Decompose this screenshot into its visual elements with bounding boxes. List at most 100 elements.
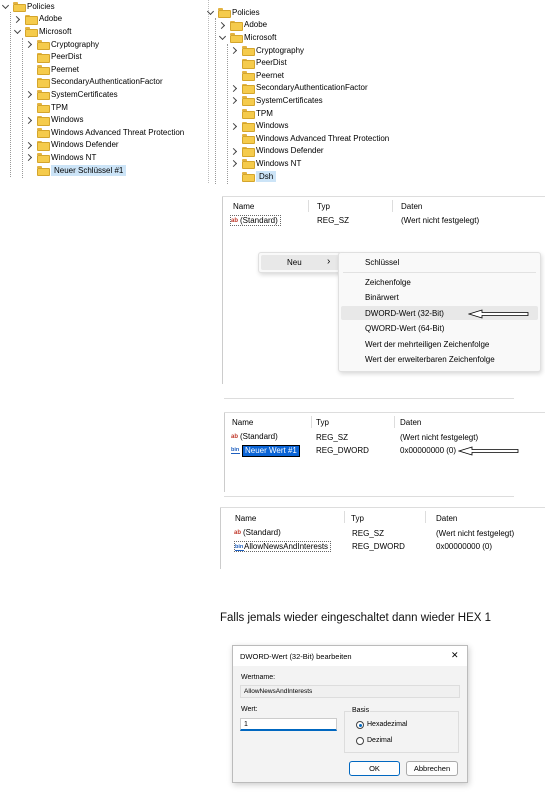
chevron-right-icon[interactable]: [26, 153, 34, 161]
chevron-right-icon[interactable]: [26, 90, 34, 98]
tree-item[interactable]: Microsoft: [219, 31, 276, 44]
chevron-down-icon[interactable]: [14, 27, 22, 35]
tree-guide-line: [227, 44, 228, 184]
chevron-down-icon[interactable]: [207, 8, 215, 16]
ok-button[interactable]: OK: [349, 761, 400, 776]
tree-item[interactable]: TPM: [231, 107, 273, 120]
chevron-right-icon[interactable]: [26, 141, 34, 149]
submenu-item[interactable]: Binärwert: [339, 290, 540, 304]
tree-item[interactable]: Cryptography: [231, 44, 304, 57]
submenu-item[interactable]: Schlüssel: [339, 255, 540, 269]
folder-icon: [242, 134, 255, 145]
column-separator[interactable]: [392, 200, 393, 212]
tree-item[interactable]: SecondaryAuthenticationFactor: [231, 82, 368, 95]
tree-item-label: Windows: [51, 115, 84, 125]
tree-item[interactable]: PeerDist: [26, 50, 82, 63]
column-header-name[interactable]: Name: [233, 202, 254, 211]
tree-item[interactable]: Adobe: [219, 19, 267, 32]
tree-item[interactable]: Dsh: [231, 170, 277, 183]
table-row[interactable]: ab (Standard) REG_SZ (Wert nicht festgele…: [230, 215, 530, 226]
submenu-item[interactable]: Zeichenfolge: [339, 275, 540, 289]
cancel-button[interactable]: Abbrechen: [406, 761, 458, 776]
submenu-item[interactable]: QWORD-Wert (64-Bit): [339, 321, 540, 335]
value-name-cell: ab (Standard): [234, 528, 281, 537]
tree-item[interactable]: Microsoft: [14, 25, 71, 38]
tree-item[interactable]: Windows Advanced Threat Protection: [26, 126, 184, 139]
column-header-data[interactable]: Daten: [401, 202, 422, 211]
tree-item[interactable]: TPM: [26, 101, 68, 114]
tree-item[interactable]: Policies: [207, 6, 260, 19]
values-panel-1: Name Typ Daten ab (Standard) REG_SZ (Wert…: [222, 196, 545, 384]
tree-item[interactable]: Windows NT: [231, 157, 301, 170]
string-value-icon: ab: [234, 529, 242, 536]
tree-item[interactable]: Windows NT: [26, 151, 96, 164]
column-separator[interactable]: [344, 511, 345, 523]
tree-item[interactable]: SecondaryAuthenticationFactor: [26, 76, 163, 89]
column-separator[interactable]: [311, 416, 312, 428]
folder-icon: [218, 8, 231, 19]
column-header-type[interactable]: Typ: [316, 418, 329, 427]
tree-item[interactable]: Windows Defender: [26, 139, 119, 152]
dialog-titlebar[interactable]: DWORD-Wert (32-Bit) bearbeiten ✕: [233, 646, 467, 666]
tree-item[interactable]: Neuer Schlüssel #1: [26, 164, 127, 177]
tree-item[interactable]: Adobe: [14, 13, 62, 26]
tree-item[interactable]: PeerDist: [231, 56, 287, 69]
folder-icon: [13, 2, 26, 13]
table-row[interactable]: binAllowNewsAndInterests REG_DWORD 0x000…: [234, 541, 539, 553]
folder-icon: [37, 140, 50, 151]
column-header-name[interactable]: Name: [232, 418, 253, 427]
chevron-right-icon[interactable]: [231, 147, 239, 155]
tree-item[interactable]: SystemCertificates: [26, 88, 118, 101]
pointer-arrow-icon: [458, 446, 519, 456]
chevron-right-icon[interactable]: [231, 159, 239, 167]
chevron-right-icon[interactable]: [26, 40, 34, 48]
chevron-right-icon[interactable]: [26, 116, 34, 124]
tree-item-label: Windows: [256, 121, 289, 131]
chevron-right-icon[interactable]: [231, 122, 239, 130]
hex-radio[interactable]: [356, 721, 364, 729]
close-icon[interactable]: ✕: [451, 650, 459, 661]
binary-value-icon: bin: [231, 446, 240, 454]
tree-item[interactable]: Policies: [2, 0, 55, 13]
tree-item-label: PeerDist: [256, 58, 287, 68]
column-header-type[interactable]: Typ: [351, 514, 364, 523]
chevron-down-icon[interactable]: [219, 33, 227, 41]
tree-item-label: Peernet: [256, 70, 285, 80]
chevron-down-icon[interactable]: [2, 2, 10, 10]
column-header-type[interactable]: Typ: [317, 202, 330, 211]
value-data-input[interactable]: 1: [240, 718, 337, 731]
dec-radio[interactable]: [356, 737, 364, 745]
tree-item[interactable]: Cryptography: [26, 38, 99, 51]
column-header-name[interactable]: Name: [235, 514, 256, 523]
chevron-right-icon[interactable]: [14, 15, 22, 23]
folder-icon: [242, 121, 255, 132]
table-row[interactable]: ab (Standard) REG_SZ (Wert nicht festgele…: [234, 528, 539, 539]
menu-item-neu[interactable]: Neu ›: [261, 255, 339, 270]
hex-label: Hexadezimal: [367, 721, 408, 728]
submenu-item[interactable]: Wert der mehrteiligen Zeichenfolge: [339, 337, 540, 351]
chevron-right-icon[interactable]: [231, 46, 239, 54]
column-header-data[interactable]: Daten: [400, 418, 421, 427]
chevron-right-icon[interactable]: [231, 84, 239, 92]
chevron-right-icon[interactable]: [219, 21, 227, 29]
column-separator[interactable]: [425, 511, 426, 523]
tree-item[interactable]: SystemCertificates: [231, 94, 323, 107]
table-row[interactable]: ab (Standard) REG_SZ (Wert nicht festgele…: [231, 432, 531, 443]
tree-item[interactable]: Peernet: [231, 69, 284, 82]
tree-item[interactable]: Windows Advanced Threat Protection: [231, 132, 389, 145]
rename-input[interactable]: Neuer Wert #1: [242, 445, 300, 457]
column-separator[interactable]: [308, 200, 309, 212]
tree-item-label: Cryptography: [256, 45, 305, 55]
submenu-item[interactable]: Wert der erweiterbaren Zeichenfolge: [339, 352, 540, 366]
tree-item[interactable]: Windows: [26, 113, 83, 126]
tree-guide-line: [22, 38, 23, 178]
tree-item[interactable]: Peernet: [26, 63, 79, 76]
chevron-right-icon[interactable]: [231, 96, 239, 104]
tree-item[interactable]: Windows: [231, 119, 288, 132]
tree-item[interactable]: Windows Defender: [231, 145, 324, 158]
column-separator[interactable]: [394, 416, 395, 428]
column-header-data[interactable]: Daten: [436, 514, 457, 523]
